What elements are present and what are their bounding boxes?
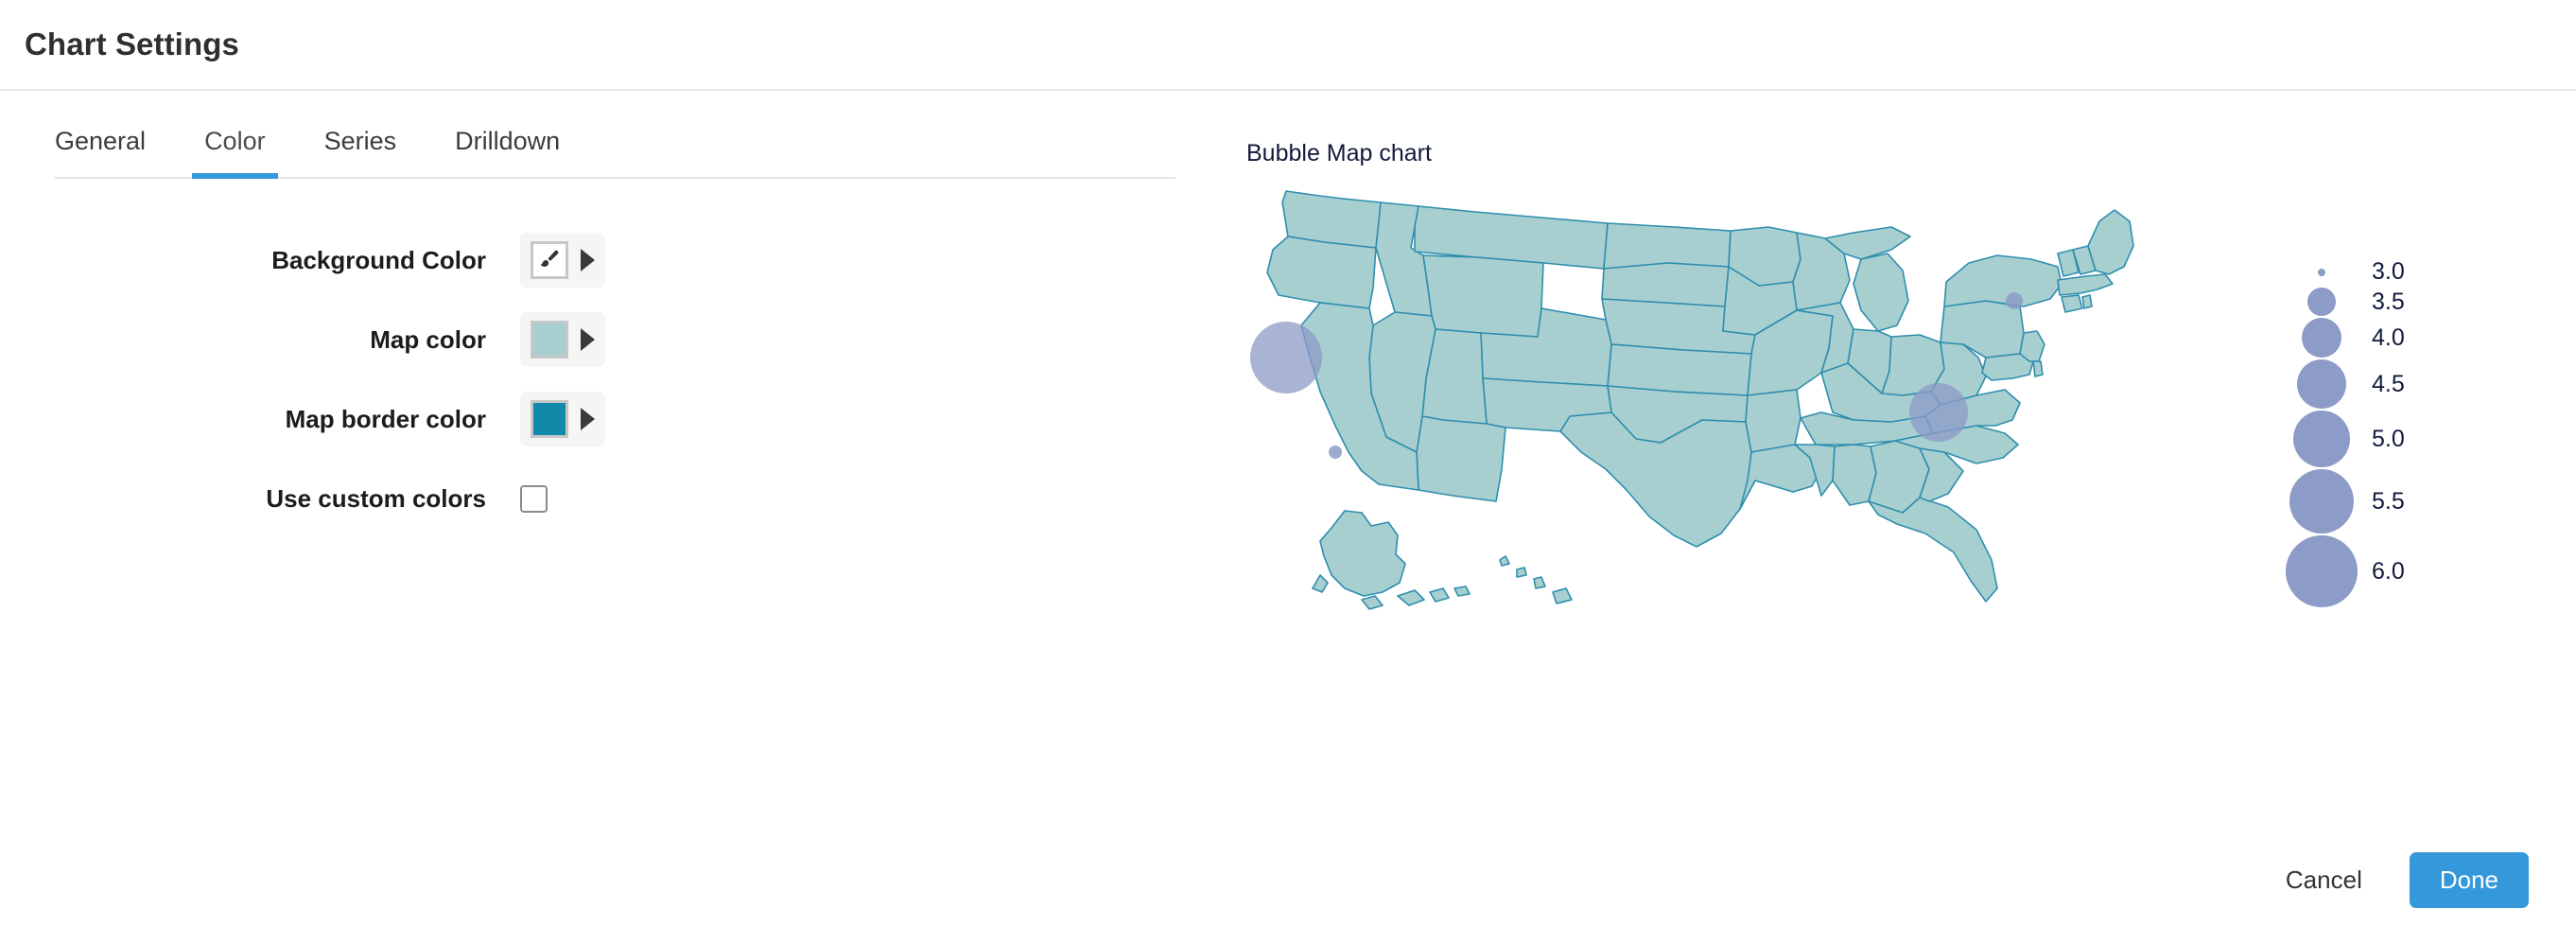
legend-bubble-icon xyxy=(2307,288,2336,316)
legend-item: 5.0 xyxy=(2279,411,2405,467)
done-button[interactable]: Done xyxy=(2409,851,2529,908)
legend-bubble-icon xyxy=(2318,268,2325,276)
legend-label: 4.0 xyxy=(2372,324,2405,351)
paintbrush-icon xyxy=(537,248,562,272)
bubble-size-legend: 3.0 3.5 4.0 4.5 5.0 5.5 6.0 xyxy=(2279,258,2405,609)
bubble-point[interactable] xyxy=(1909,383,1968,442)
legend-item: 3.5 xyxy=(2279,288,2405,316)
legend-label: 4.5 xyxy=(2372,370,2405,397)
page-title: Chart Settings xyxy=(25,26,239,61)
legend-bubble-icon xyxy=(2302,318,2341,358)
tab-series[interactable]: Series xyxy=(324,127,397,177)
settings-pane: General Color Series Drilldown Backgroun… xyxy=(0,91,1229,538)
map-border-color-swatch[interactable] xyxy=(531,400,568,438)
tab-drilldown[interactable]: Drilldown xyxy=(455,127,560,177)
legend-bubble-cell xyxy=(2279,268,2364,276)
legend-label: 5.0 xyxy=(2372,425,2405,452)
chevron-right-icon[interactable] xyxy=(581,328,595,351)
legend-bubble-cell xyxy=(2279,411,2364,467)
chevron-right-icon[interactable] xyxy=(581,408,595,430)
form-row-map-color: Map color xyxy=(55,300,1229,379)
map-color-swatch[interactable] xyxy=(531,321,568,359)
legend-label: 3.0 xyxy=(2372,258,2405,285)
bubble-map-chart: 3.0 3.5 4.0 4.5 5.0 5.5 6.0 xyxy=(1229,168,2572,660)
background-color-swatch[interactable] xyxy=(531,241,568,279)
map-border-color-control xyxy=(520,392,605,446)
legend-bubble-cell xyxy=(2279,288,2364,316)
bubble-point[interactable] xyxy=(1250,322,1322,394)
background-color-control xyxy=(520,233,605,288)
tab-bar: General Color Series Drilldown xyxy=(55,127,1175,179)
tab-series-label: Series xyxy=(323,127,397,155)
legend-bubble-cell xyxy=(2279,318,2364,358)
background-color-label: Background Color xyxy=(271,245,486,274)
form-row-background-color: Background Color xyxy=(55,220,1229,300)
tab-general[interactable]: General xyxy=(55,127,146,177)
form-row-map-border-color: Map border color xyxy=(55,379,1229,459)
cancel-button[interactable]: Cancel xyxy=(2286,866,2362,895)
use-custom-colors-control xyxy=(520,484,548,513)
legend-item: 6.0 xyxy=(2279,535,2405,607)
legend-bubble-cell xyxy=(2279,535,2364,607)
legend-bubble-icon xyxy=(2297,359,2346,409)
bubble-point[interactable] xyxy=(1329,446,1342,459)
legend-item: 5.5 xyxy=(2279,469,2405,533)
use-custom-colors-label: Use custom colors xyxy=(266,483,486,513)
map-border-color-label: Map border color xyxy=(285,404,486,433)
dialog-footer: Cancel Done xyxy=(0,832,2576,927)
chart-preview-pane: Bubble Map chart 3.0 3.5 4.0 4.5 5.0 5.5… xyxy=(1229,91,2576,832)
form-row-use-custom-colors: Use custom colors xyxy=(55,459,1229,538)
chevron-right-icon[interactable] xyxy=(581,249,595,271)
legend-bubble-cell xyxy=(2279,359,2364,409)
map-color-label: Map color xyxy=(370,324,486,354)
tab-color-label: Color xyxy=(204,127,266,155)
legend-label: 3.5 xyxy=(2372,288,2405,315)
tab-drilldown-label: Drilldown xyxy=(455,127,561,155)
dialog-header: Chart Settings xyxy=(0,0,2576,91)
legend-item: 4.0 xyxy=(2279,318,2405,358)
legend-bubble-icon xyxy=(2289,469,2354,533)
legend-bubble-icon xyxy=(2286,535,2358,607)
tab-color[interactable]: Color xyxy=(192,127,278,179)
hawaii-inset xyxy=(1499,555,1573,604)
bubble-point[interactable] xyxy=(2006,292,2023,309)
chart-preview-title: Bubble Map chart xyxy=(1246,140,1432,166)
legend-bubble-icon xyxy=(2293,411,2350,467)
alaska-inset xyxy=(1312,510,1471,610)
legend-item: 3.0 xyxy=(2279,258,2405,286)
legend-bubble-cell xyxy=(2279,469,2364,533)
dialog-body: General Color Series Drilldown Backgroun… xyxy=(0,91,2576,832)
color-settings-form: Background Color Map color Map border co… xyxy=(55,220,1229,538)
use-custom-colors-checkbox[interactable] xyxy=(520,484,548,513)
legend-item: 4.5 xyxy=(2279,359,2405,409)
map-color-control xyxy=(520,312,605,367)
legend-label: 6.0 xyxy=(2372,557,2405,585)
legend-label: 5.5 xyxy=(2372,487,2405,515)
background-color-picker[interactable] xyxy=(520,233,605,288)
tab-general-label: General xyxy=(55,127,147,155)
us-map-svg xyxy=(1250,190,2134,610)
map-color-picker[interactable] xyxy=(520,312,605,367)
map-border-color-picker[interactable] xyxy=(520,392,605,446)
